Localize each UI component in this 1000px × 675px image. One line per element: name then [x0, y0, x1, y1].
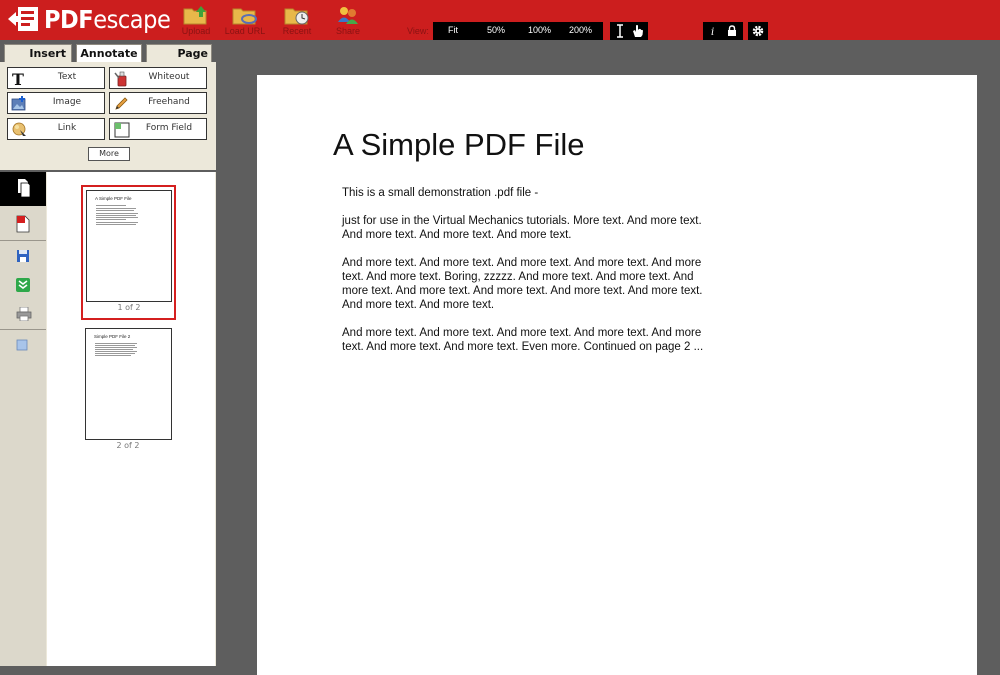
pdf-document-button[interactable]	[0, 208, 46, 238]
info-lock-group: i	[703, 22, 743, 40]
freehand-tool-button[interactable]: Freehand	[109, 92, 207, 114]
info-icon[interactable]: i	[709, 25, 717, 37]
side-icon-strip	[0, 172, 46, 666]
image-insert-icon	[11, 96, 26, 111]
save-button[interactable]	[0, 242, 46, 272]
zoom-50-button[interactable]: 50%	[487, 25, 505, 35]
download-button[interactable]	[0, 271, 46, 301]
share-button[interactable]: Share	[325, 2, 371, 38]
text-tool-button[interactable]: T Text	[7, 67, 105, 89]
tab-page[interactable]: Page	[146, 44, 212, 62]
zoom-200-button[interactable]: 200%	[569, 25, 592, 35]
thumb-text-line	[96, 222, 138, 223]
image-tool-button[interactable]: Image	[7, 92, 105, 114]
form-field-icon	[114, 122, 130, 138]
lock-icon[interactable]	[727, 25, 737, 37]
document-page[interactable]: A Simple PDF File This is a small demons…	[257, 75, 977, 675]
settings-button[interactable]	[748, 22, 768, 40]
print-button[interactable]	[0, 300, 46, 330]
tab-insert[interactable]: Insert	[4, 44, 72, 62]
tab-annotate[interactable]: Annotate	[76, 44, 142, 62]
thumbnail-page-1[interactable]: A Simple PDF File	[86, 190, 172, 302]
page-options-button[interactable]	[0, 332, 46, 362]
document-paragraph: This is a small demonstration .pdf file …	[342, 187, 539, 199]
pdf-file-icon	[16, 215, 30, 233]
pdfescape-logo[interactable]: PDFescape	[4, 4, 171, 36]
thumb-text-line	[96, 210, 134, 211]
whiteout-bottle-icon	[114, 71, 127, 87]
page-square-icon	[16, 339, 28, 351]
svg-text:T: T	[12, 70, 24, 87]
more-tools-button[interactable]: More	[88, 147, 130, 161]
text-cursor-icon[interactable]	[614, 24, 626, 38]
thumbnail-title: A Simple PDF File	[95, 196, 132, 201]
thumb-text-line	[96, 215, 136, 216]
document-paragraph: And more text. And more text. And more t…	[342, 257, 703, 311]
thumb-text-line	[95, 349, 133, 350]
svg-text:i: i	[711, 27, 714, 37]
thumb-text-line	[96, 219, 126, 220]
logo-icon	[8, 7, 38, 31]
thumb-text-line	[95, 345, 135, 346]
share-people-icon	[338, 7, 358, 24]
pencil-icon	[115, 97, 128, 110]
document-paragraph: And more text. And more text. And more t…	[342, 327, 704, 353]
thumbnail-title: Simple PDF File 2	[94, 334, 131, 339]
thumb-text-line	[96, 208, 136, 209]
thumb-text-line	[96, 205, 126, 206]
document-title: A Simple PDF File	[333, 127, 585, 162]
thumbnail-caption-2: 2 of 2	[116, 441, 140, 450]
recent-button[interactable]: Recent	[274, 2, 320, 38]
download-chevron-icon	[16, 278, 30, 292]
upload-folder-icon	[183, 6, 207, 25]
thumb-text-line	[95, 353, 135, 354]
floppy-disk-icon	[17, 250, 29, 262]
thumb-text-line	[95, 343, 137, 344]
recent-folder-icon	[284, 8, 309, 25]
top-toolbar: PDFescape Upload Load URL Recent Share V…	[0, 0, 1000, 40]
thumbnail-caption-1: 1 of 2	[117, 303, 141, 312]
zoom-fit-button[interactable]: Fit	[448, 25, 458, 35]
gear-icon	[752, 25, 764, 37]
thumb-text-line	[95, 355, 131, 356]
link-tool-button[interactable]: Link	[7, 118, 105, 140]
load-url-button[interactable]: Load URL	[222, 2, 268, 38]
thumb-text-line	[95, 351, 137, 352]
view-label: View:	[407, 26, 429, 36]
thumbnails-view-button[interactable]	[0, 172, 46, 206]
side-divider-2	[0, 329, 46, 330]
whiteout-tool-button[interactable]: Whiteout	[109, 67, 207, 89]
cursor-tools	[610, 22, 648, 40]
pages-icon	[18, 179, 31, 198]
document-paragraph: just for use in the Virtual Mechanics tu…	[342, 215, 702, 241]
form-field-tool-button[interactable]: Form Field	[109, 118, 207, 140]
logo-text: PDFescape	[44, 5, 171, 34]
tool-tabs: Insert Annotate Page	[0, 40, 216, 62]
hand-cursor-icon[interactable]	[631, 24, 644, 38]
side-divider	[0, 240, 46, 241]
thumb-text-line	[96, 224, 136, 225]
upload-button[interactable]: Upload	[173, 2, 219, 38]
thumb-text-line	[96, 217, 138, 218]
load-url-folder-icon	[232, 8, 257, 25]
link-globe-icon	[12, 122, 26, 136]
thumb-text-line	[96, 213, 138, 214]
text-tool-icon: T	[12, 70, 24, 87]
zoom-100-button[interactable]: 100%	[528, 25, 551, 35]
printer-icon	[16, 307, 32, 321]
thumb-text-line	[95, 347, 137, 348]
thumbnail-page-2[interactable]: Simple PDF File 2	[85, 328, 172, 440]
zoom-controls: Fit 50% 100% 200%	[433, 22, 603, 40]
